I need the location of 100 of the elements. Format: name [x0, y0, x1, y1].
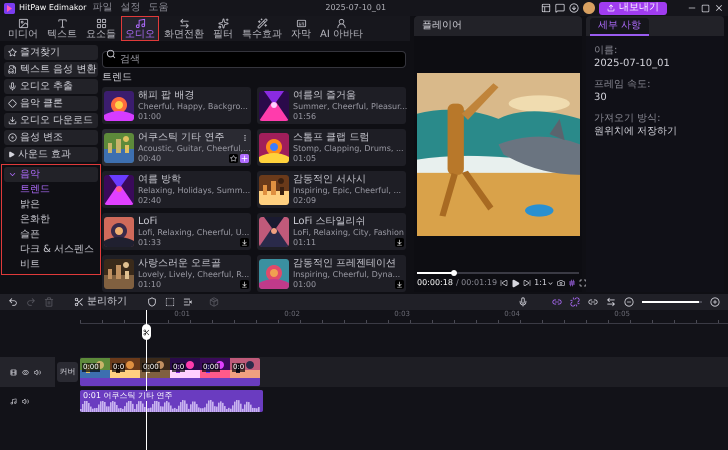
sidebar-group[interactable]: 음악 [4, 167, 98, 182]
track-duration: 02:09 [293, 196, 316, 206]
film-icon [10, 368, 17, 376]
menu-item[interactable]: 설정 [118, 3, 142, 13]
download-icon[interactable] [395, 238, 404, 247]
toolbar-tab[interactable]: 텍스트 [43, 16, 81, 41]
track-duration: 01:05 [293, 154, 316, 164]
music-card[interactable]: LoFi Lofi, Relaxing, Cheerful, U... 01:33 [102, 213, 251, 250]
track-duration: 02:40 [138, 196, 162, 206]
toolbar-tab[interactable]: 오디오 [121, 16, 159, 41]
toolbar-tab[interactable]: 요소들 [82, 16, 120, 41]
speaker-icon [34, 368, 41, 376]
track-tags: Inspiring, Epic, Cheerful, ... [293, 186, 404, 196]
sidebar-subitem[interactable]: 밝은 [4, 198, 98, 212]
zoom-out-icon [624, 297, 634, 307]
panel-title: 플레이어 [422, 21, 462, 31]
sidebar-subitem[interactable]: 슬픈 [4, 228, 98, 242]
sparkle-icon [218, 18, 228, 28]
music-icon [10, 398, 17, 404]
type-icon [56, 18, 68, 28]
add-icon[interactable] [240, 154, 249, 163]
shield-icon [147, 297, 157, 307]
music-card[interactable]: 해피 팝 배경 Cheerful, Happy, Backgro... 01:00 [102, 87, 251, 124]
caret-icon [8, 151, 15, 158]
diamond-icon [8, 99, 17, 108]
search-field[interactable]: 검색 [102, 51, 406, 68]
toolbar-tab[interactable]: AI 아바타 [316, 16, 367, 41]
music-card[interactable]: 여름 방학 Relaxing, Holidays, Summ... 02:40 [102, 171, 251, 208]
scissors-icon [74, 297, 84, 307]
toolbar-tab[interactable]: 화면전환 [160, 16, 208, 41]
track-title: 해피 팝 배경 [138, 90, 194, 102]
download-icon [569, 3, 579, 13]
music-card[interactable]: 어쿠스틱 기타 연주 Acoustic, Guitar, Cheerful,... 00:40 [102, 129, 251, 166]
sidebar-item[interactable]: 오디오 다운로드 [4, 113, 98, 128]
download-icon[interactable] [395, 280, 404, 289]
sidebar-item[interactable]: 즐겨찾기 [4, 45, 98, 60]
toolbar-tab[interactable]: 자막 [287, 16, 315, 41]
sidebar-subitem[interactable]: 온화한 [4, 213, 98, 227]
track-title: 감동적인 프레젠테이션 [293, 258, 396, 270]
sidebar-item[interactable]: 음악 클론 [4, 96, 98, 111]
caret-icon [546, 280, 554, 286]
field-label: 가져오기 방식: [594, 112, 662, 125]
split-button[interactable]: 분리하기 [74, 297, 127, 307]
eye-icon [22, 368, 29, 376]
music-card[interactable]: 감동적인 프레젠테이션 Inspiring, Cheerful, Dyna... 01:00 [257, 255, 406, 292]
logo-icon [4, 2, 15, 14]
toolbar-tab[interactable]: 특수효과 [238, 16, 286, 41]
music-card[interactable]: 사랑스러운 오르골 Lovely, Lively, Cheerful, R... 01:10 [102, 255, 251, 292]
music-card[interactable]: 감동적인 서사시 Inspiring, Epic, Cheerful, ... 02:09 [257, 171, 406, 208]
grid-icon [568, 279, 576, 287]
step-back-icon [500, 279, 508, 287]
playhead-handle[interactable] [142, 324, 151, 340]
app-name: HitPaw Edimakor [19, 2, 86, 14]
progress-thumb[interactable] [451, 270, 458, 276]
text-box-icon [165, 297, 175, 307]
sidebar-subitem[interactable]: 트렌드 [4, 183, 98, 197]
toolbar-tab[interactable]: 미디어 [4, 16, 42, 41]
toolbar-tab[interactable]: 필터 [209, 16, 237, 41]
details-tab[interactable]: 세부 사항 [590, 18, 650, 36]
track-tags: Acoustic, Guitar, Cheerful,... [138, 144, 249, 154]
export-button[interactable]: 내보내기 [599, 2, 667, 14]
list-icon [183, 297, 193, 307]
download-icon[interactable] [240, 238, 249, 247]
sidebar-subitem[interactable]: 비트 [4, 258, 98, 272]
sidebar-group[interactable]: 사운드 효과 [4, 147, 98, 162]
arrows-icon [178, 18, 190, 28]
favorite-icon[interactable] [229, 154, 238, 163]
track-duration: 01:56 [293, 112, 316, 122]
track-tags: Relaxing, Holidays, Summ... [138, 186, 249, 196]
sidebar-item[interactable]: 오디오 추출 [4, 79, 98, 94]
download-icon[interactable] [240, 280, 249, 289]
track-title: 사랑스러운 오르골 [138, 258, 222, 270]
menu-item[interactable]: 도움 [146, 3, 170, 13]
scissors-icon [143, 328, 150, 336]
music-card[interactable]: LoFi 스타일리쉬 LoFi, Relaxing, City, Fashion 01:11 [257, 213, 406, 250]
caret-icon [8, 170, 17, 179]
link-icon [552, 297, 562, 307]
avatar[interactable] [583, 2, 595, 14]
ratio-dropdown[interactable]: 1:1 [534, 277, 554, 289]
music-card[interactable]: 스톰프 클랩 드럼 Stomp, Clapping, Drums, ... 01:05 [257, 129, 406, 166]
search-icon [106, 48, 116, 58]
sidebar-subitem[interactable]: 다크 & 서스펜스 [4, 243, 98, 257]
track-duration: 01:00 [138, 112, 162, 122]
undo-icon [8, 297, 18, 307]
track-title: 여름의 즐거움 [293, 90, 356, 102]
cover-button[interactable]: 커버 [57, 362, 78, 382]
menu-item[interactable]: 파일 [90, 3, 114, 13]
sidebar-item[interactable]: 음성 변조 [4, 130, 98, 145]
upload-icon [607, 4, 615, 12]
track-title: 감동적인 서사시 [293, 174, 366, 186]
zoom-in-icon [710, 297, 720, 307]
sidebar-item[interactable]: 텍스트 음성 변환 [4, 62, 98, 77]
field-value: 원위치에 저장하기 [594, 125, 678, 138]
audio-clip[interactable]: 0:01 어쿠스틱 기타 연주 [80, 390, 263, 412]
track-tags: LoFi, Relaxing, City, Fashion [293, 228, 404, 238]
field-value: 30 [594, 91, 608, 104]
track-title: 여름 방학 [138, 174, 182, 186]
track-duration: 01:00 [293, 280, 316, 290]
music-card[interactable]: 여름의 즐거움 Summer, Cheerful, Pleasur... 01:56 [257, 87, 406, 124]
track-tags: Stomp, Clapping, Drums, ... [293, 144, 404, 154]
